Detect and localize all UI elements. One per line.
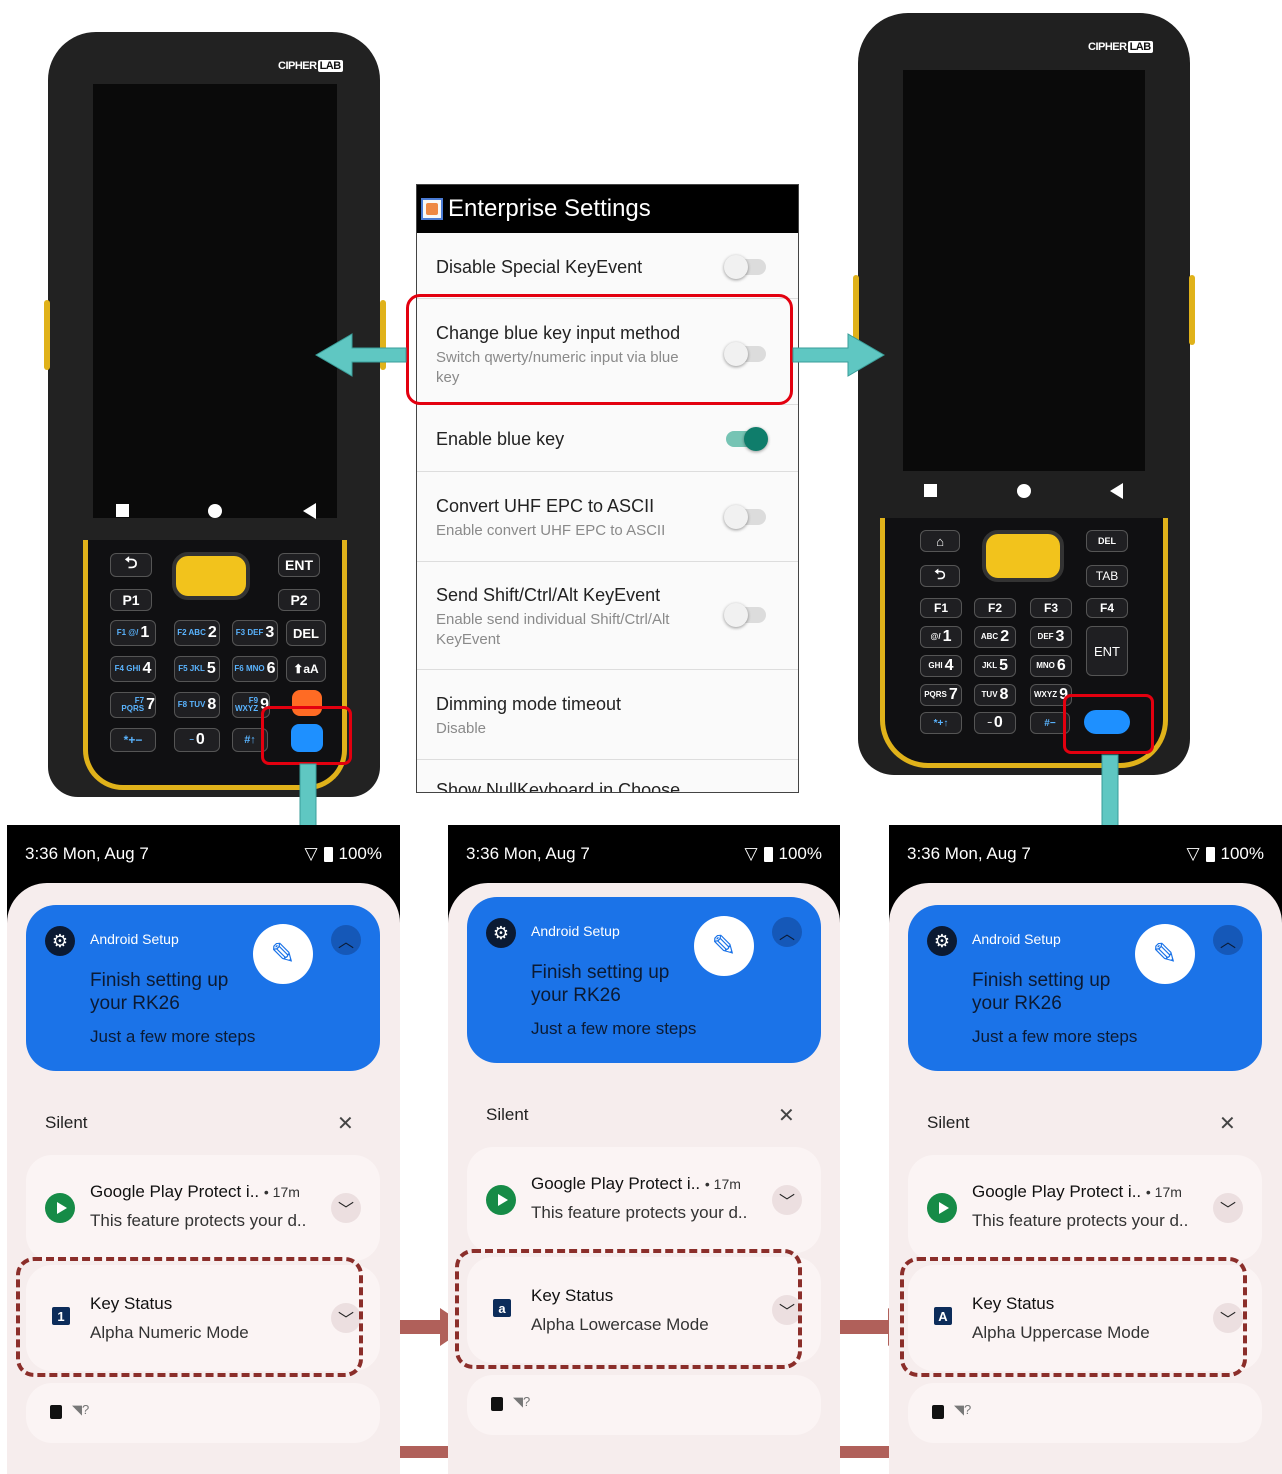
setup-notification[interactable]: ⚙ Android Setup Finish setting up your R…: [26, 905, 380, 1071]
gpp-notification[interactable]: Google Play Protect i.. • 17m This featu…: [467, 1147, 821, 1253]
battery-percent: 100%: [778, 844, 822, 863]
silent-section-label: Silent: [927, 1113, 970, 1132]
google-play-protect-icon: [927, 1193, 957, 1223]
setup-subtitle: Just a few more steps: [90, 1027, 256, 1046]
gpp-title: Google Play Protect i.. • 17m: [531, 1174, 741, 1194]
wifi-icon: ▽: [744, 844, 758, 863]
expand-chevron-icon[interactable]: ﹀: [772, 1185, 802, 1215]
wifi-question-icon: ◥?: [513, 1394, 531, 1409]
notification-shade-2: 3:36 Mon, Aug 7 ▽ 100% ⚙ Android Setup F…: [448, 825, 840, 1474]
status-bar: 3:36 Mon, Aug 7 ▽ 100%: [448, 825, 840, 883]
sd-card-icon: [932, 1405, 944, 1419]
magic-wand-icon: ✎: [694, 916, 754, 976]
gpp-title-text: Google Play Protect i..: [531, 1174, 701, 1193]
settings-gear-icon: ⚙: [927, 926, 957, 956]
arrow-right-teal: [792, 333, 885, 377]
bottom-status-card: ◥?: [467, 1375, 821, 1435]
shade-panel: ⚙ Android Setup Finish setting up your R…: [7, 883, 400, 1474]
collapse-chevron-icon[interactable]: ︿: [331, 925, 361, 955]
silent-section-label: Silent: [45, 1113, 88, 1132]
gpp-time: • 17m: [704, 1176, 741, 1192]
key-status-highlight: [900, 1257, 1247, 1377]
key-status-highlight: [16, 1257, 363, 1377]
arrow-left-teal: [315, 333, 407, 377]
gpp-title-text: Google Play Protect i..: [972, 1182, 1142, 1201]
setup-title: Finish setting up your RK26: [90, 970, 229, 1014]
notification-app-name: Android Setup: [972, 931, 1061, 947]
expand-chevron-icon[interactable]: ﹀: [1213, 1193, 1243, 1223]
settings-gear-icon: ⚙: [486, 918, 516, 948]
bottom-status-card: ◥?: [26, 1383, 380, 1443]
magic-wand-icon: ✎: [1135, 924, 1195, 984]
gpp-text: This feature protects your d..: [531, 1203, 748, 1222]
gpp-text: This feature protects your d..: [972, 1211, 1189, 1230]
gpp-title: Google Play Protect i.. • 17m: [90, 1182, 300, 1202]
setup-title: Finish setting up your RK26: [531, 962, 670, 1006]
setup-subtitle: Just a few more steps: [531, 1019, 697, 1038]
magic-wand-icon: ✎: [253, 924, 313, 984]
wifi-icon: ▽: [1186, 844, 1200, 863]
dismiss-close-icon[interactable]: ✕: [1219, 1111, 1236, 1136]
gpp-time: • 17m: [1145, 1184, 1182, 1200]
battery-icon: [323, 846, 333, 862]
sd-card-icon: [50, 1405, 62, 1419]
gpp-notification[interactable]: Google Play Protect i.. • 17m This featu…: [26, 1155, 380, 1261]
setup-title: Finish setting up your RK26: [972, 970, 1111, 1014]
google-play-protect-icon: [45, 1193, 75, 1223]
collapse-chevron-icon[interactable]: ︿: [772, 917, 802, 947]
gpp-title: Google Play Protect i.. • 17m: [972, 1182, 1182, 1202]
status-bar: 3:36 Mon, Aug 7 ▽ 100%: [889, 825, 1282, 883]
setup-notification[interactable]: ⚙ Android Setup Finish setting up your R…: [908, 905, 1262, 1071]
expand-chevron-icon[interactable]: ﹀: [331, 1193, 361, 1223]
battery-percent: 100%: [338, 844, 382, 863]
wifi-question-icon: ◥?: [72, 1402, 90, 1417]
battery-percent: 100%: [1220, 844, 1264, 863]
sd-card-icon: [491, 1397, 503, 1411]
gpp-notification[interactable]: Google Play Protect i.. • 17m This featu…: [908, 1155, 1262, 1261]
status-time: 3:36 Mon, Aug 7: [907, 844, 1031, 863]
battery-icon: [1205, 846, 1215, 862]
key-status-highlight: [455, 1249, 802, 1369]
silent-section-label: Silent: [486, 1105, 529, 1124]
shade-panel: ⚙ Android Setup Finish setting up your R…: [448, 883, 840, 1474]
notification-app-name: Android Setup: [90, 931, 179, 947]
status-time: 3:36 Mon, Aug 7: [25, 844, 149, 863]
dismiss-close-icon[interactable]: ✕: [337, 1111, 354, 1136]
wifi-icon: ▽: [304, 844, 318, 863]
wifi-question-icon: ◥?: [954, 1402, 972, 1417]
bottom-status-card: ◥?: [908, 1383, 1262, 1443]
gpp-time: • 17m: [263, 1184, 300, 1200]
status-time: 3:36 Mon, Aug 7: [466, 844, 590, 863]
shade-panel: ⚙ Android Setup Finish setting up your R…: [889, 883, 1282, 1474]
gpp-text: This feature protects your d..: [90, 1211, 307, 1230]
gpp-title-text: Google Play Protect i..: [90, 1182, 260, 1201]
notification-app-name: Android Setup: [531, 923, 620, 939]
status-bar: 3:36 Mon, Aug 7 ▽ 100%: [7, 825, 400, 883]
settings-gear-icon: ⚙: [45, 926, 75, 956]
notification-shade-1: 3:36 Mon, Aug 7 ▽ 100% ⚙ Android Setup F…: [7, 825, 400, 1474]
setup-subtitle: Just a few more steps: [972, 1027, 1138, 1046]
battery-icon: [763, 846, 773, 862]
dismiss-close-icon[interactable]: ✕: [778, 1103, 795, 1128]
google-play-protect-icon: [486, 1185, 516, 1215]
setup-notification[interactable]: ⚙ Android Setup Finish setting up your R…: [467, 897, 821, 1063]
collapse-chevron-icon[interactable]: ︿: [1213, 925, 1243, 955]
notification-shade-3: 3:36 Mon, Aug 7 ▽ 100% ⚙ Android Setup F…: [889, 825, 1282, 1474]
